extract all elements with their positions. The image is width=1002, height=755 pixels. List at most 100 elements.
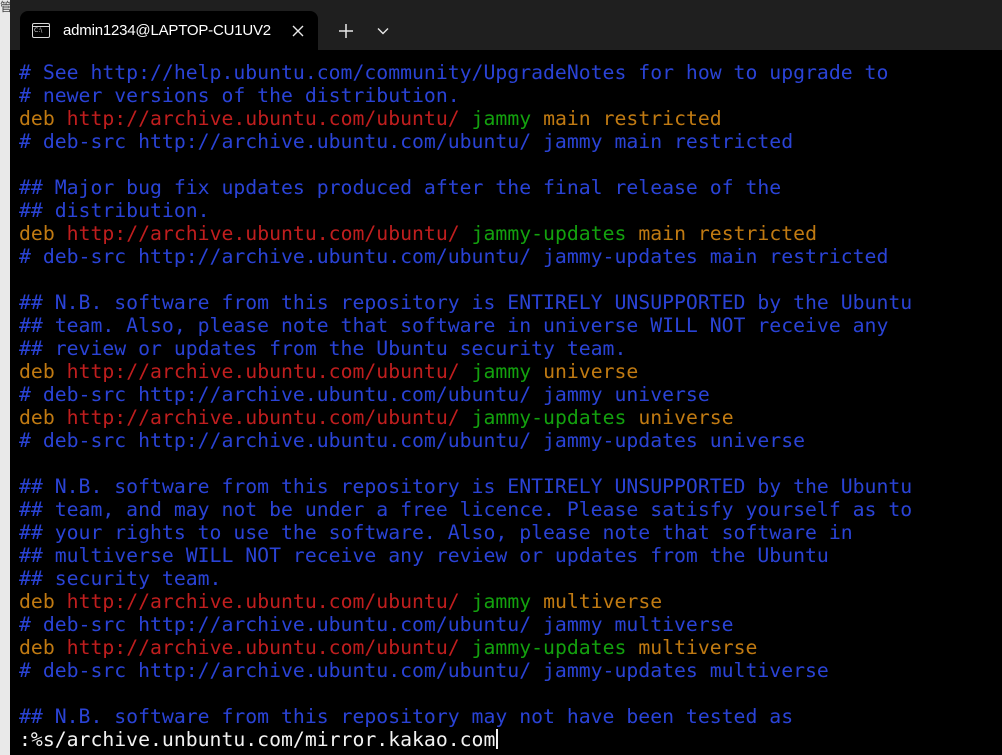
terminal-content[interactable]: # See http://help.ubuntu.com/community/U… [10, 50, 1002, 755]
text-segment: http://archive.ubuntu.com/ubuntu/ [66, 406, 460, 429]
text-segment: deb [19, 107, 55, 130]
command-line-text: :%s/archive.unbuntu.com/mirror.kakao.com [19, 728, 496, 751]
command-line[interactable]: :%s/archive.unbuntu.com/mirror.kakao.com [19, 728, 912, 751]
text-segment [460, 636, 472, 659]
text-segment: ## team, and may not be under a free lic… [19, 498, 913, 521]
text-segment [55, 636, 67, 659]
terminal-line: ## team, and may not be under a free lic… [19, 498, 912, 521]
text-segment: main restricted [638, 222, 817, 245]
text-segment: ## Major bug fix updates produced after … [19, 176, 782, 199]
terminal-line: ## review or updates from the Ubuntu sec… [19, 337, 912, 360]
terminal-window: admin1234@LAPTOP-CU1UV2 # See http:// [10, 0, 1002, 755]
text-segment: jammy-updates [471, 636, 627, 659]
text-segment: ## team. Also, please note that software… [19, 314, 889, 337]
text-segment: ## distribution. [19, 199, 210, 222]
text-segment: deb [19, 406, 55, 429]
new-tab-button[interactable] [330, 17, 362, 45]
text-segment: deb [19, 636, 55, 659]
text-segment: http://archive.ubuntu.com/ubuntu/ [66, 590, 460, 613]
text-segment: http://archive.ubuntu.com/ubuntu/ [66, 360, 460, 383]
terminal-line: deb http://archive.ubuntu.com/ubuntu/ ja… [19, 222, 912, 245]
text-segment: # newer versions of the distribution. [19, 84, 460, 107]
text-segment: jammy [471, 107, 532, 130]
text-segment: universe [638, 406, 734, 429]
text-segment: deb [19, 360, 55, 383]
terminal-line: deb http://archive.ubuntu.com/ubuntu/ ja… [19, 107, 912, 130]
text-segment [531, 590, 543, 613]
terminal-line: # deb-src http://archive.ubuntu.com/ubun… [19, 659, 912, 682]
text-segment [626, 222, 638, 245]
text-segment: ## your rights to use the software. Also… [19, 521, 853, 544]
text-segment: ## multiverse WILL NOT receive any revie… [19, 544, 829, 567]
title-bar[interactable]: admin1234@LAPTOP-CU1UV2 [10, 0, 1002, 50]
tab-dropdown-button[interactable] [368, 17, 398, 45]
text-segment [460, 107, 472, 130]
terminal-line: ## N.B. software from this repository is… [19, 291, 912, 314]
terminal-line: ## team. Also, please note that software… [19, 314, 912, 337]
tab-title: admin1234@LAPTOP-CU1UV2 [63, 22, 271, 39]
terminal-line: # deb-src http://archive.ubuntu.com/ubun… [19, 245, 912, 268]
terminal-lines: # See http://help.ubuntu.com/community/U… [19, 61, 912, 751]
text-segment [460, 360, 472, 383]
terminal-line: deb http://archive.ubuntu.com/ubuntu/ ja… [19, 636, 912, 659]
text-segment: jammy [471, 590, 532, 613]
text-segment: jammy-updates [471, 406, 627, 429]
text-segment: multiverse [638, 636, 758, 659]
close-icon [292, 25, 304, 37]
text-segment: ## N.B. software from this repository is… [19, 291, 913, 314]
terminal-line: ## N.B. software from this repository is… [19, 475, 912, 498]
terminal-line: # newer versions of the distribution. [19, 84, 912, 107]
background-window-text: 管 [0, 0, 10, 14]
terminal-line: # deb-src http://archive.ubuntu.com/ubun… [19, 613, 912, 636]
text-segment: http://archive.ubuntu.com/ubuntu/ [66, 107, 460, 130]
text-segment: # deb-src http://archive.ubuntu.com/ubun… [19, 429, 806, 452]
text-segment: deb [19, 222, 55, 245]
text-segment: deb [19, 590, 55, 613]
text-segment [55, 222, 67, 245]
text-segment: # deb-src http://archive.ubuntu.com/ubun… [19, 659, 829, 682]
tab-terminal[interactable]: admin1234@LAPTOP-CU1UV2 [20, 11, 318, 50]
terminal-line: # See http://help.ubuntu.com/community/U… [19, 61, 912, 84]
text-segment: jammy-updates [471, 222, 627, 245]
text-segment: ## N.B. software from this repository ma… [19, 705, 794, 728]
text-segment [626, 636, 638, 659]
text-segment: main restricted [543, 107, 722, 130]
text-segment: ## review or updates from the Ubuntu sec… [19, 337, 627, 360]
terminal-line: deb http://archive.ubuntu.com/ubuntu/ ja… [19, 590, 912, 613]
text-cursor [496, 729, 499, 749]
text-segment [55, 590, 67, 613]
terminal-line: ## N.B. software from this repository ma… [19, 705, 912, 728]
text-segment: ## N.B. software from this repository is… [19, 475, 913, 498]
text-segment: http://archive.ubuntu.com/ubuntu/ [66, 222, 460, 245]
text-segment: # deb-src http://archive.ubuntu.com/ubun… [19, 383, 710, 406]
chevron-down-icon [377, 28, 389, 35]
text-segment [55, 406, 67, 429]
plus-icon [339, 24, 353, 38]
text-segment [460, 590, 472, 613]
text-segment: universe [543, 360, 639, 383]
text-segment [460, 406, 472, 429]
text-segment [531, 107, 543, 130]
terminal-line: deb http://archive.ubuntu.com/ubuntu/ ja… [19, 360, 912, 383]
text-segment: http://archive.ubuntu.com/ubuntu/ [66, 636, 460, 659]
terminal-line: ## your rights to use the software. Also… [19, 521, 912, 544]
terminal-line: ## distribution. [19, 199, 912, 222]
text-segment: ## security team. [19, 567, 222, 590]
text-segment: multiverse [543, 590, 663, 613]
text-segment [55, 107, 67, 130]
text-segment: # deb-src http://archive.ubuntu.com/ubun… [19, 245, 889, 268]
terminal-line: ## security team. [19, 567, 912, 590]
text-segment: # deb-src http://archive.ubuntu.com/ubun… [19, 130, 794, 153]
screen: 管 admin1234@LAPTOP-CU1UV2 [0, 0, 1002, 755]
text-segment: # See http://help.ubuntu.com/community/U… [19, 61, 889, 84]
text-segment: # deb-src http://archive.ubuntu.com/ubun… [19, 613, 734, 636]
terminal-line: ## Major bug fix updates produced after … [19, 176, 912, 199]
text-segment [531, 360, 543, 383]
close-tab-button[interactable] [286, 19, 310, 43]
text-segment [626, 406, 638, 429]
terminal-line: ## multiverse WILL NOT receive any revie… [19, 544, 912, 567]
